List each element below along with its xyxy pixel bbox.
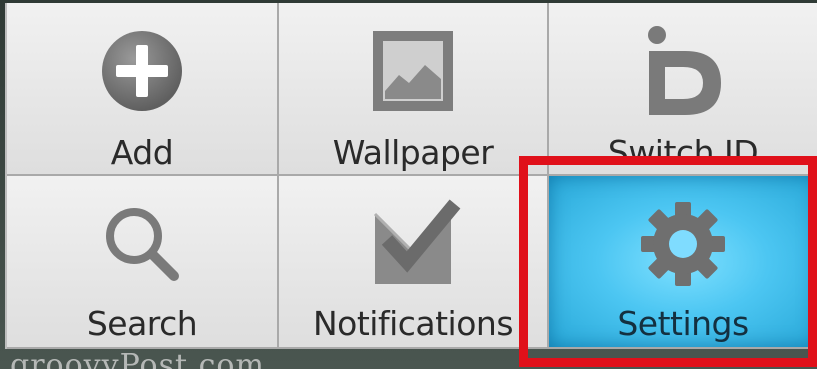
options-menu-screen: Add Wallpaper Switch ID Search Notificat… <box>0 0 817 369</box>
wallpaper-icon <box>363 21 463 121</box>
menu-item-label: Search <box>86 304 198 343</box>
menu-item-label: Wallpaper <box>332 133 494 172</box>
menu-item-switch-id[interactable]: Switch ID <box>549 3 817 176</box>
menu-item-notifications[interactable]: Notifications <box>279 176 549 349</box>
menu-item-label: Switch ID <box>607 133 759 172</box>
menu-item-label: Settings <box>617 304 749 343</box>
menu-item-label: Notifications <box>312 304 514 343</box>
menu-item-label: Add <box>110 133 174 172</box>
switch-id-icon <box>633 21 733 121</box>
gear-icon <box>633 194 733 294</box>
add-icon <box>92 21 192 121</box>
menu-item-add[interactable]: Add <box>7 3 279 176</box>
options-menu: Add Wallpaper Switch ID Search Notificat… <box>5 3 817 349</box>
menu-item-settings[interactable]: Settings <box>549 176 817 349</box>
notifications-icon <box>363 194 463 294</box>
menu-item-wallpaper[interactable]: Wallpaper <box>279 3 549 176</box>
menu-item-search[interactable]: Search <box>7 176 279 349</box>
watermark: groovyPost.com <box>10 348 265 369</box>
search-icon <box>92 194 192 294</box>
